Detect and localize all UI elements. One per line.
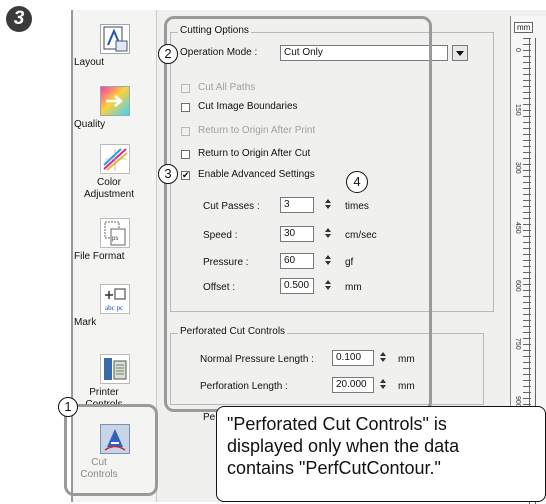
svg-text:ps: ps bbox=[112, 236, 118, 242]
ruler-label: 750 bbox=[514, 338, 521, 350]
sidebar-item-mark[interactable]: abc pc Mark bbox=[74, 284, 156, 328]
sidebar-item-label: Mark bbox=[74, 317, 97, 328]
ruler-label: 450 bbox=[514, 222, 521, 234]
chevron-down-icon bbox=[456, 51, 464, 56]
callout-note: "Perforated Cut Controls" is displayed o… bbox=[216, 406, 546, 502]
printer-controls-icon bbox=[100, 354, 130, 384]
sidebar-item-quality[interactable]: Quality bbox=[74, 86, 156, 130]
sidebar-item-color-adjustment[interactable]: Color Adjustment bbox=[74, 144, 156, 200]
color-adjustment-icon bbox=[100, 144, 130, 174]
svg-text:abc pc: abc pc bbox=[105, 304, 123, 312]
sidebar-item-label: Layout bbox=[74, 57, 105, 68]
operation-mode-dropdown-button[interactable] bbox=[452, 45, 468, 61]
annotation-1: 1 bbox=[58, 397, 78, 417]
sidebar-item-printer-controls[interactable]: Printer Controls bbox=[74, 354, 156, 410]
ruler-unit: mm bbox=[514, 22, 534, 33]
ruler-label: 300 bbox=[514, 162, 521, 174]
sidebar-item-label: Color Adjustment bbox=[83, 177, 135, 200]
layout-icon bbox=[100, 24, 130, 54]
callout-line: "Perforated Cut Controls" is bbox=[227, 414, 447, 434]
quality-icon bbox=[100, 86, 130, 116]
callout-line: displayed only when the data bbox=[227, 436, 460, 456]
ruler-label: 600 bbox=[514, 280, 521, 292]
sidebar-item-file-format[interactable]: ps File Format bbox=[74, 218, 156, 262]
sidebar-item-label: File Format bbox=[74, 251, 125, 262]
highlight-options-frame bbox=[164, 16, 432, 412]
sidebar-item-layout[interactable]: Layout bbox=[74, 24, 156, 68]
annotation-2: 2 bbox=[158, 44, 178, 64]
annotation-3: 3 bbox=[158, 164, 178, 184]
ruler-label: 150 bbox=[514, 104, 521, 116]
file-format-icon: ps bbox=[100, 218, 130, 248]
mark-icon: abc pc bbox=[100, 284, 130, 314]
ruler-label: 0 bbox=[514, 48, 521, 52]
step-number-badge: 3 bbox=[6, 6, 32, 32]
annotation-4: 4 bbox=[346, 171, 368, 193]
sidebar-item-label: Quality bbox=[74, 119, 106, 130]
callout-line: contains "PerfCutContour." bbox=[227, 458, 441, 478]
highlight-cut-controls-frame bbox=[64, 404, 158, 496]
perforated-partial-label: Pe bbox=[203, 412, 216, 423]
